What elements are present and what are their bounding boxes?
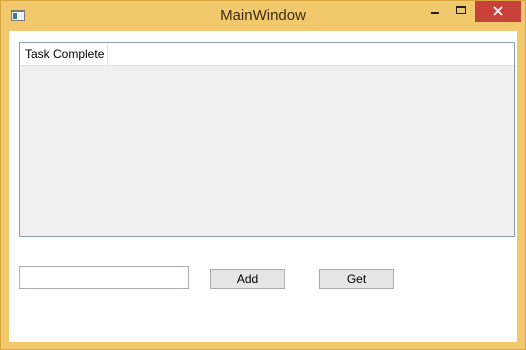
main-window: MainWindow Task Complete Add Get	[0, 0, 526, 350]
minimize-button[interactable]	[422, 1, 448, 22]
list-view-header: Task Complete	[20, 43, 514, 66]
close-icon	[493, 6, 503, 16]
maximize-icon	[456, 6, 466, 14]
task-list-view[interactable]: Task Complete	[19, 42, 515, 237]
client-area: Task Complete Add Get	[9, 31, 517, 342]
column-header-task-complete[interactable]: Task Complete	[20, 43, 108, 65]
task-input[interactable]	[19, 266, 189, 289]
add-button[interactable]: Add	[210, 269, 285, 289]
title-bar[interactable]: MainWindow	[1, 1, 525, 31]
minimize-icon	[431, 12, 439, 14]
close-button[interactable]	[475, 1, 521, 22]
maximize-button[interactable]	[448, 1, 474, 22]
get-button[interactable]: Get	[319, 269, 394, 289]
